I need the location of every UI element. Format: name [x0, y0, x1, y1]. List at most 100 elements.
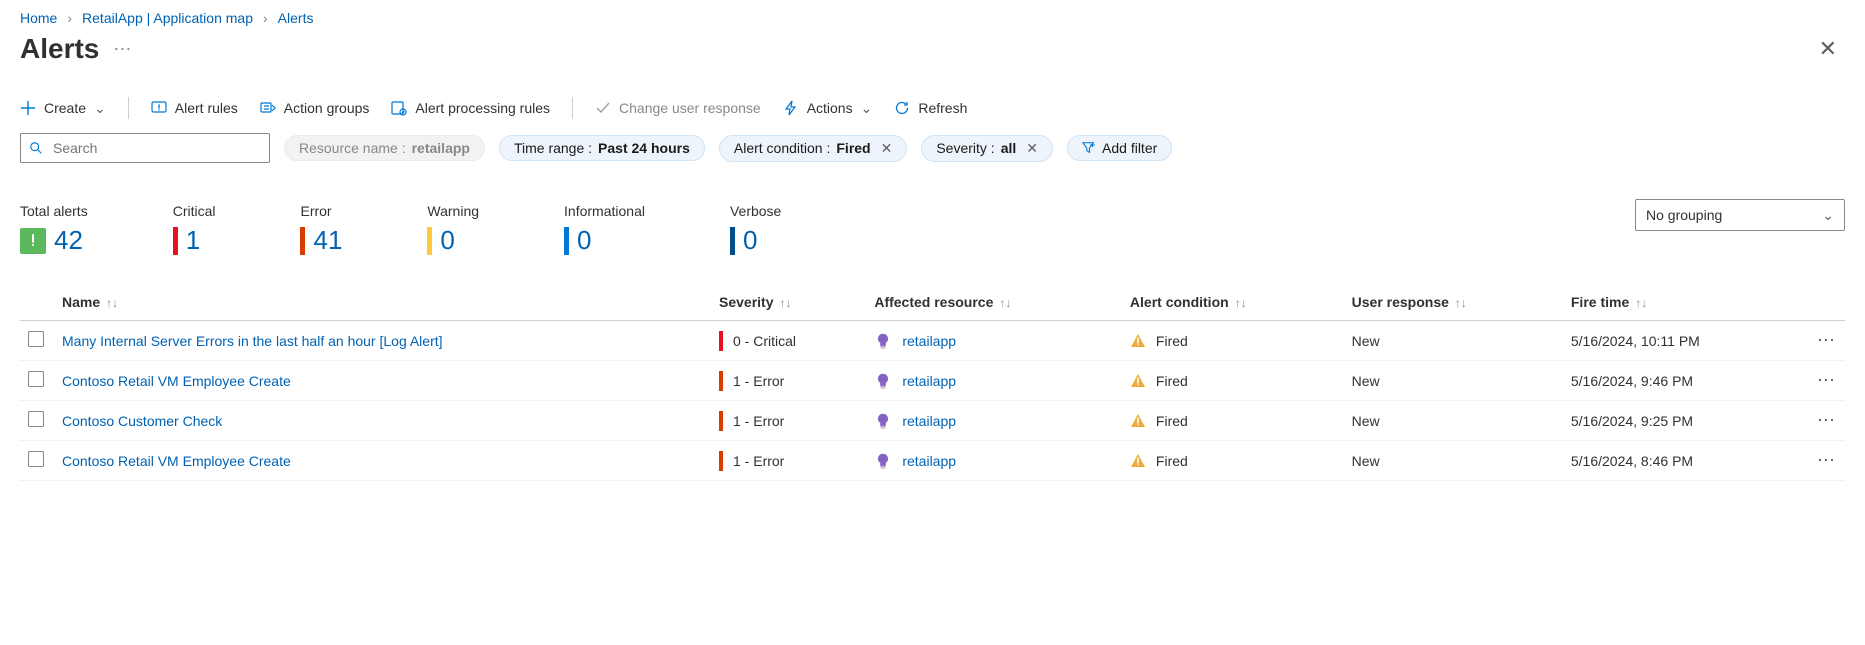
action-groups-button[interactable]: Action groups	[260, 100, 370, 116]
app-insights-icon	[874, 372, 892, 390]
filter-severity[interactable]: Severity : all ✕	[921, 135, 1053, 162]
firetime-text: 5/16/2024, 9:25 PM	[1571, 413, 1693, 429]
firetime-text: 5/16/2024, 8:46 PM	[1571, 453, 1693, 469]
col-name[interactable]: Name↑↓	[54, 284, 711, 321]
action-groups-icon	[260, 100, 276, 116]
row-menu-button[interactable]: ⋯	[1805, 361, 1845, 401]
stat-warning[interactable]: Warning 0	[427, 203, 479, 256]
stat-critical-value: 1	[186, 225, 200, 256]
grouping-select[interactable]: No grouping ⌄	[1635, 199, 1845, 231]
row-menu-button[interactable]: ⋯	[1805, 321, 1845, 361]
col-affected[interactable]: Affected resource↑↓	[866, 284, 1122, 321]
chevron-down-icon: ⌄	[1822, 207, 1834, 224]
condition-text: Fired	[1156, 333, 1188, 349]
response-text: New	[1352, 413, 1380, 429]
alert-name-link[interactable]: Contoso Customer Check	[62, 413, 222, 429]
app-insights-icon	[874, 412, 892, 430]
table-row[interactable]: Many Internal Server Errors in the last …	[20, 321, 1845, 361]
condition-text: Fired	[1156, 373, 1188, 389]
page-title: Alerts	[20, 33, 99, 65]
col-firetime[interactable]: Fire time↑↓	[1563, 284, 1805, 321]
severity-text: 1 - Error	[733, 373, 784, 389]
row-menu-button[interactable]: ⋯	[1805, 401, 1845, 441]
change-user-response-button: Change user response	[595, 100, 761, 116]
filter-resource-label: Resource name :	[299, 140, 406, 156]
response-text: New	[1352, 373, 1380, 389]
severity-bar-informational	[564, 227, 569, 255]
more-menu-icon[interactable]: ⋯	[113, 39, 131, 60]
clear-filter-icon[interactable]: ✕	[1026, 140, 1038, 157]
add-filter-icon	[1082, 141, 1096, 155]
stat-verbose[interactable]: Verbose 0	[730, 203, 781, 256]
check-icon	[595, 100, 611, 116]
response-text: New	[1352, 453, 1380, 469]
search-input[interactable]	[51, 139, 261, 157]
severity-bar-verbose	[730, 227, 735, 255]
firetime-text: 5/16/2024, 9:46 PM	[1571, 373, 1693, 389]
stat-informational-label: Informational	[564, 203, 645, 219]
search-icon	[29, 141, 43, 155]
stat-error-label: Error	[300, 203, 342, 219]
severity-bar-error	[300, 227, 305, 255]
filter-condition[interactable]: Alert condition : Fired ✕	[719, 135, 907, 162]
refresh-label: Refresh	[918, 100, 967, 116]
row-checkbox[interactable]	[28, 411, 44, 427]
breadcrumb: Home › RetailApp | Application map › Ale…	[20, 10, 1845, 26]
chevron-down-icon: ⌄	[94, 100, 106, 117]
alert-name-link[interactable]: Contoso Retail VM Employee Create	[62, 453, 291, 469]
add-filter-label: Add filter	[1102, 140, 1157, 156]
create-label: Create	[44, 100, 86, 116]
stat-total-value: 42	[54, 225, 83, 256]
col-response[interactable]: User response↑↓	[1344, 284, 1563, 321]
warning-icon	[1130, 333, 1146, 349]
severity-text: 1 - Error	[733, 453, 784, 469]
stat-total[interactable]: Total alerts 42	[20, 203, 88, 256]
table-row[interactable]: Contoso Retail VM Employee Create 1 - Err…	[20, 441, 1845, 481]
table-row[interactable]: Contoso Customer Check1 - Errorretailapp…	[20, 401, 1845, 441]
search-box[interactable]	[20, 133, 270, 163]
alert-processing-button[interactable]: Alert processing rules	[391, 100, 550, 116]
sort-icon: ↑↓	[999, 296, 1011, 310]
breadcrumb-alerts[interactable]: Alerts	[278, 10, 314, 26]
resource-link[interactable]: retailapp	[902, 453, 956, 469]
stat-error[interactable]: Error 41	[300, 203, 342, 256]
stat-warning-label: Warning	[427, 203, 479, 219]
breadcrumb-home[interactable]: Home	[20, 10, 57, 26]
resource-link[interactable]: retailapp	[902, 373, 956, 389]
breadcrumb-sep: ›	[67, 10, 72, 26]
table-row[interactable]: Contoso Retail VM Employee Create 1 - Err…	[20, 361, 1845, 401]
severity-bar-warning	[427, 227, 432, 255]
refresh-button[interactable]: Refresh	[894, 100, 967, 116]
filter-severity-label: Severity :	[936, 140, 994, 156]
breadcrumb-sep: ›	[263, 10, 268, 26]
action-groups-label: Action groups	[284, 100, 370, 116]
col-severity[interactable]: Severity↑↓	[711, 284, 866, 321]
alert-rules-label: Alert rules	[175, 100, 238, 116]
close-icon[interactable]: ✕	[1811, 32, 1845, 66]
alert-rules-button[interactable]: Alert rules	[151, 100, 238, 116]
stat-warning-value: 0	[440, 225, 454, 256]
col-condition[interactable]: Alert condition↑↓	[1122, 284, 1344, 321]
breadcrumb-app[interactable]: RetailApp | Application map	[82, 10, 253, 26]
alert-name-link[interactable]: Contoso Retail VM Employee Create	[62, 373, 291, 389]
row-checkbox[interactable]	[28, 331, 44, 347]
add-filter-button[interactable]: Add filter	[1067, 135, 1172, 161]
filter-resource[interactable]: Resource name : retailapp	[284, 135, 485, 161]
row-menu-button[interactable]: ⋯	[1805, 441, 1845, 481]
resource-link[interactable]: retailapp	[902, 333, 956, 349]
filter-resource-value: retailapp	[412, 140, 470, 156]
stat-error-value: 41	[313, 225, 342, 256]
resource-link[interactable]: retailapp	[902, 413, 956, 429]
total-badge-icon	[20, 228, 46, 254]
row-checkbox[interactable]	[28, 451, 44, 467]
filter-timerange[interactable]: Time range : Past 24 hours	[499, 135, 705, 161]
condition-text: Fired	[1156, 453, 1188, 469]
actions-button[interactable]: Actions ⌄	[783, 100, 873, 117]
create-button[interactable]: Create ⌄	[20, 100, 106, 117]
stat-critical[interactable]: Critical 1	[173, 203, 216, 256]
row-checkbox[interactable]	[28, 371, 44, 387]
clear-filter-icon[interactable]: ✕	[881, 140, 893, 157]
stat-informational[interactable]: Informational 0	[564, 203, 645, 256]
alert-name-link[interactable]: Many Internal Server Errors in the last …	[62, 333, 443, 349]
filter-bar: Resource name : retailapp Time range : P…	[20, 133, 1845, 163]
